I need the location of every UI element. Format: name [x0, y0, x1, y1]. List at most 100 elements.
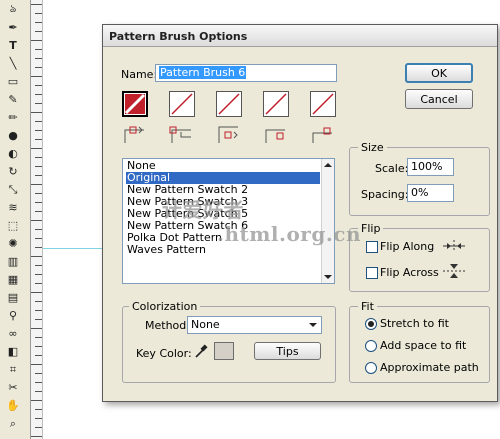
ruler-tick	[35, 301, 42, 302]
outer-corner-tile-button[interactable]	[169, 91, 195, 117]
ruler-tick	[35, 310, 42, 311]
ruler-tick	[31, 76, 42, 77]
ruler-tick	[35, 382, 42, 383]
side-tile-icon	[124, 93, 146, 115]
eyedropper-icon[interactable]	[194, 343, 208, 359]
ruler-tick	[35, 94, 42, 95]
ruler-tick	[35, 139, 42, 140]
outer-corner-diagram-icon	[169, 126, 191, 143]
warp-tool-icon[interactable]: ≋	[4, 201, 22, 214]
ruler-tick	[35, 175, 42, 176]
scroll-up-button[interactable]	[322, 159, 334, 171]
ok-button[interactable]: OK	[405, 63, 473, 83]
eraser-tool-icon[interactable]: ◐	[4, 147, 22, 160]
spacing-field[interactable]: 0%	[407, 184, 454, 202]
cancel-button[interactable]: Cancel	[405, 89, 473, 109]
rectangle-tool-icon[interactable]: ▭	[4, 75, 22, 88]
hand-tool-icon[interactable]: ✋	[4, 399, 22, 412]
ok-label: OK	[431, 66, 447, 80]
key-color-label: Key Color:	[136, 347, 192, 360]
approximate-path-radio[interactable]	[365, 362, 377, 374]
slice-tool-icon[interactable]: ⌗	[4, 363, 22, 376]
flip-across-icon	[443, 264, 465, 278]
flip-along-label: Flip Along	[380, 240, 435, 253]
inner-corner-tile-button[interactable]	[216, 91, 242, 117]
ruler-tick	[35, 22, 42, 23]
flip-along-checkbox[interactable]	[366, 241, 378, 253]
ruler-tick	[35, 319, 42, 320]
start-diagram-icon	[265, 129, 285, 143]
ruler-tick	[31, 400, 42, 401]
ruler-tick	[35, 103, 42, 104]
free-transform-tool-icon[interactable]: ⬚	[4, 219, 22, 232]
ruler-tick	[35, 409, 42, 410]
name-field[interactable]: Pattern Brush 6	[155, 64, 337, 82]
flip-group: Flip	[349, 222, 490, 292]
add-space-to-fit-radio[interactable]	[365, 340, 377, 352]
ruler-tick	[35, 247, 42, 248]
flip-group-title: Flip	[358, 222, 384, 235]
ruler-tick	[31, 40, 42, 41]
ruler-tick	[35, 58, 42, 59]
zoom-tool-icon[interactable]: ⌕	[4, 417, 22, 430]
approximate-path-label: Approximate path	[380, 361, 479, 374]
flip-across-checkbox[interactable]	[366, 267, 378, 279]
size-group-title: Size	[358, 141, 387, 154]
ruler-tick	[35, 346, 42, 347]
ruler-tick	[35, 31, 42, 32]
dialog-title: Pattern Brush Options	[109, 30, 248, 43]
ruler-tick	[35, 238, 42, 239]
symbol-sprayer-tool-icon[interactable]: ✺	[4, 237, 22, 250]
lasso-tool-icon[interactable]: ঌ	[4, 2, 22, 16]
scroll-down-button[interactable]	[322, 271, 334, 283]
end-tile-button[interactable]	[310, 91, 336, 117]
vertical-ruler	[31, 0, 43, 439]
live-paint-tool-icon[interactable]: ◧	[4, 345, 22, 358]
rotate-tool-icon[interactable]: ↻	[4, 165, 22, 178]
column-graph-tool-icon[interactable]: ▥	[4, 255, 22, 268]
stretch-to-fit-radio[interactable]	[365, 318, 377, 330]
scale-tool-icon[interactable]: ⤡	[4, 183, 22, 196]
ruler-tick	[31, 436, 42, 437]
watermark-line-1: 计爱好者	[162, 198, 244, 222]
method-dropdown[interactable]: None	[187, 316, 322, 334]
method-label: Method:	[145, 319, 190, 332]
ruler-tick	[35, 67, 42, 68]
key-color-swatch[interactable]	[214, 342, 234, 360]
dialog-titlebar[interactable]: Pattern Brush Options	[103, 25, 497, 47]
tools-panel: ঌ ✒ T ╲ ▭ ✎ ✏ ● ◐ ↻ ⤡ ≋ ⬚ ✺ ▥ ▦ ▤ ⚲ ∞ ◧ …	[0, 0, 31, 439]
scissors-tool-icon[interactable]: ✂	[4, 381, 22, 394]
colorization-group-title: Colorization	[129, 300, 201, 313]
line-tool-icon[interactable]: ╲	[4, 57, 22, 70]
tips-button[interactable]: Tips	[254, 342, 321, 360]
outer-corner-tile-icon	[171, 93, 193, 115]
ruler-tick	[35, 157, 42, 158]
flip-across-label: Flip Across	[380, 266, 439, 279]
blob-brush-tool-icon[interactable]: ●	[4, 129, 22, 142]
pencil-tool-icon[interactable]: ✏	[4, 111, 22, 124]
ruler-tick	[35, 229, 42, 230]
ruler-tick	[35, 202, 42, 203]
scale-label: Scale:	[375, 162, 409, 175]
mesh-tool-icon[interactable]: ▦	[4, 273, 22, 286]
eyedropper-tool-icon[interactable]: ⚲	[4, 309, 22, 322]
blend-tool-icon[interactable]: ∞	[4, 327, 22, 340]
add-space-to-fit-label: Add space to fit	[380, 339, 467, 352]
scale-value: 100%	[411, 160, 443, 173]
ruler-tick	[35, 13, 42, 14]
gradient-tool-icon[interactable]: ▤	[4, 291, 22, 304]
pen-tool-icon[interactable]: ✒	[4, 21, 22, 34]
method-value: None	[191, 318, 220, 331]
dropdown-arrow-icon	[309, 323, 317, 327]
ruler-tick	[35, 355, 42, 356]
watermark-line-2: .html.org.cn	[217, 222, 362, 246]
type-tool-icon[interactable]: T	[4, 39, 22, 52]
name-label: Name:	[121, 68, 158, 81]
scale-field[interactable]: 100%	[407, 158, 454, 176]
paintbrush-tool-icon[interactable]: ✎	[4, 93, 22, 106]
name-value: Pattern Brush 6	[159, 66, 247, 79]
start-tile-button[interactable]	[263, 91, 289, 117]
side-tile-button[interactable]	[122, 91, 148, 117]
arrow-down-icon	[324, 275, 332, 279]
ruler-tick	[35, 85, 42, 86]
